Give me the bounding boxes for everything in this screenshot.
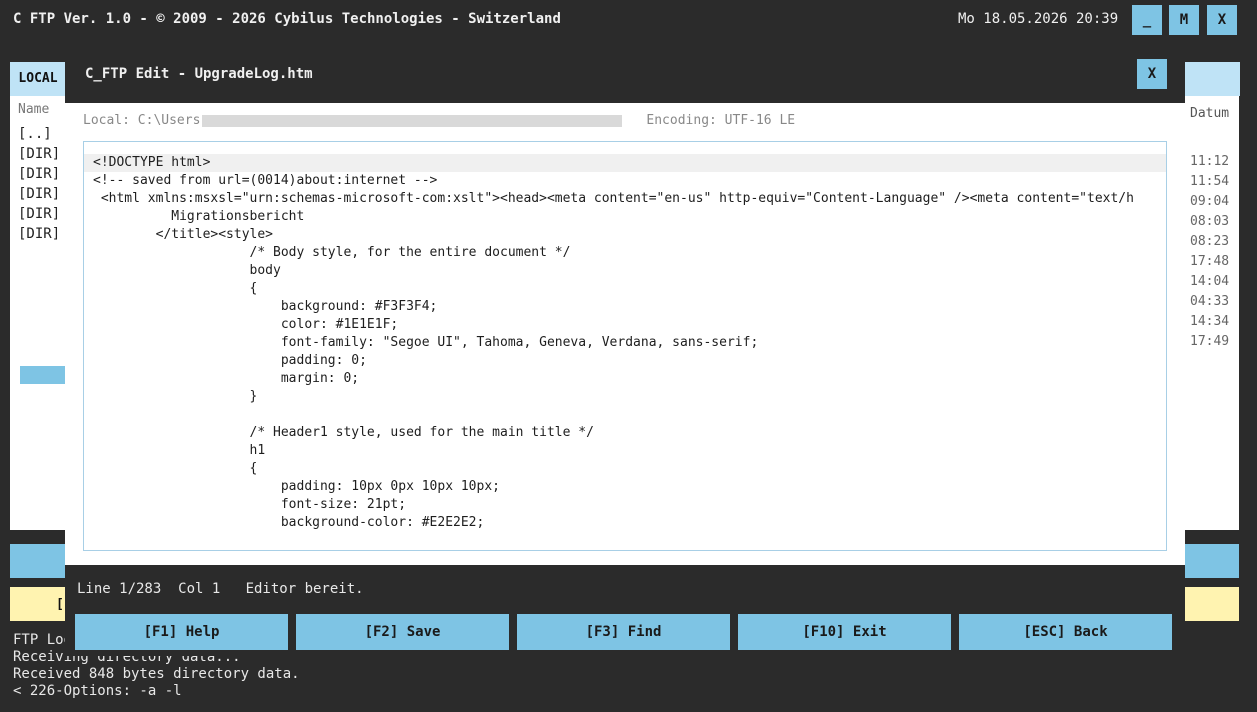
log-line: < 226-Options: -a -l [13,683,182,699]
code-line[interactable]: background-color: #E2E2E2; [93,514,1134,532]
selected-row-highlight [20,366,65,384]
editor-title: C_FTP Edit - UpgradeLog.htm [85,66,313,82]
date-cell: 14:04 [1190,274,1230,289]
code-line[interactable]: } [93,388,1134,406]
column-header-name[interactable]: Name [12,100,65,120]
code-line[interactable]: font-family: "Segoe UI", Tahoma, Geneva,… [93,334,1134,352]
code-line[interactable]: margin: 0; [93,370,1134,388]
date-cell: 08:03 [1190,214,1230,229]
back-button[interactable]: [ESC] Back [959,614,1172,650]
find-button[interactable]: [F3] Find [517,614,730,650]
exit-button[interactable]: [F10] Exit [738,614,951,650]
code-line[interactable]: <!DOCTYPE html> [93,154,1134,172]
list-item[interactable]: [DIR] [12,164,65,184]
code-line[interactable] [93,406,1134,424]
title-bar: C FTP Ver. 1.0 - © 2009 - 2026 Cybilus T… [0,0,1257,40]
log-line: Received 848 bytes directory data. [13,666,300,682]
tab-local[interactable]: LOCAL [10,62,66,96]
column-header-date[interactable]: Datum [1190,104,1238,124]
editor-close-button[interactable]: X [1137,59,1167,89]
code-line[interactable]: </title><style> [93,226,1134,244]
date-cell: 17:48 [1190,254,1230,269]
list-item[interactable]: [DIR] [12,224,65,244]
file-info-row: Local: C:\Users Encoding: UTF-16 LE [83,113,795,128]
code-line[interactable]: padding: 10px 0px 10px 10px; [93,478,1134,496]
list-item[interactable]: [DIR] [12,204,65,224]
code-line[interactable]: font-size: 21pt; [93,496,1134,514]
date-cell: 09:04 [1190,194,1230,209]
code-line[interactable]: background: #F3F3F4; [93,298,1134,316]
code-line[interactable]: { [93,280,1134,298]
editor-status: Line 1/283 Col 1 Editor bereit. [77,581,364,597]
list-item[interactable]: [..] [12,124,65,144]
local-file-list: Name [..] [DIR] [DIR] [DIR] [DIR] [DIR] [12,100,65,244]
minimize-button[interactable]: _ [1132,5,1162,35]
code-line[interactable]: color: #1E1E1F; [93,316,1134,334]
code-line[interactable]: padding: 0; [93,352,1134,370]
date-cell: 11:54 [1190,174,1230,189]
code-line[interactable]: h1 [93,442,1134,460]
path-redacted [202,114,623,127]
close-app-button[interactable]: X [1207,5,1237,35]
code-line[interactable]: /* Header1 style, used for the main titl… [93,424,1134,442]
code-line[interactable]: <!-- saved from url=(0014)about:internet… [93,172,1134,190]
date-cell: 14:34 [1190,314,1230,329]
code-line[interactable]: body [93,262,1134,280]
date-cell: 17:49 [1190,334,1230,349]
app-title: C FTP Ver. 1.0 - © 2009 - 2026 Cybilus T… [13,11,561,27]
list-item[interactable]: [DIR] [12,144,65,164]
local-path: Local: C:\Users [83,113,201,128]
maximize-button[interactable]: M [1169,5,1199,35]
editor-body: Local: C:\Users Encoding: UTF-16 LE <!DOC… [65,103,1185,565]
save-button[interactable]: [F2] Save [296,614,509,650]
code-line[interactable]: /* Body style, for the entire document *… [93,244,1134,262]
date-cell: 04:33 [1190,294,1230,309]
code-line[interactable]: { [93,460,1134,478]
date-cell: 11:12 [1190,154,1230,169]
code-line[interactable]: Migrationsbericht [93,208,1134,226]
code-editor[interactable]: <!DOCTYPE html> <!-- saved from url=(0014… [83,141,1167,551]
editor-dialog: C_FTP Edit - UpgradeLog.htm X Local: C:\… [65,48,1185,656]
code-lines[interactable]: <!DOCTYPE html> <!-- saved from url=(0014… [93,154,1134,532]
list-item[interactable]: [DIR] [12,184,65,204]
code-line[interactable]: <html xmlns:msxsl="urn:schemas-microsoft… [93,190,1134,208]
help-button[interactable]: [F1] Help [75,614,288,650]
date-column: Datum 11:12 11:54 09:04 08:03 08:23 17:4… [1190,104,1238,352]
date-cell: 08:23 [1190,234,1230,249]
datetime-display: Mo 18.05.2026 20:39 [958,11,1119,27]
info-bar-left: [ [56,597,64,612]
encoding-label: Encoding: UTF-16 LE [646,113,796,128]
tab-remote[interactable] [1184,62,1240,96]
